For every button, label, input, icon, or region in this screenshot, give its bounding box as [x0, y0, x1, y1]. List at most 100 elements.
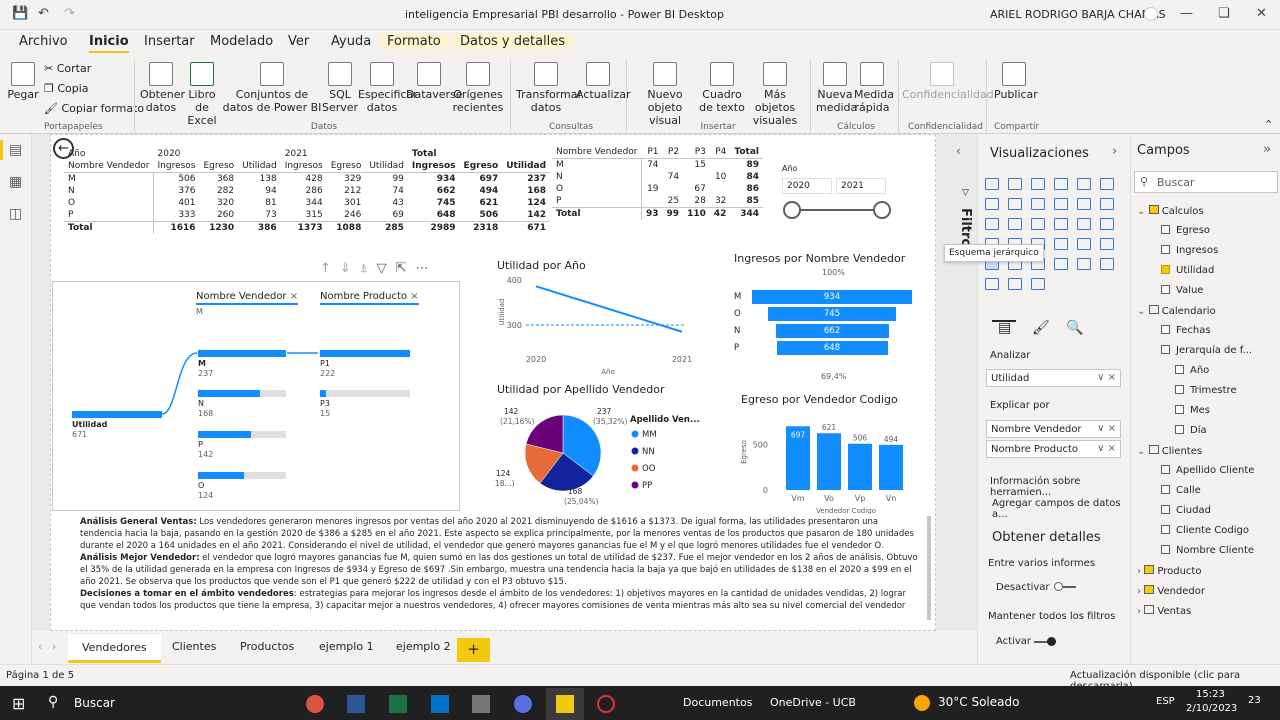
field-item[interactable]: Ciudad: [1161, 505, 1211, 516]
table-row[interactable]: Total 93 99 110 42 344: [552, 207, 763, 220]
sensitivity-button[interactable]: Confidencialidad: [902, 62, 994, 101]
drill-up-icon[interactable]: ↑: [320, 261, 340, 276]
slicer-handle-start[interactable]: [783, 201, 801, 219]
dataverse-button[interactable]: Dataverse: [406, 62, 463, 101]
field-item[interactable]: Nombre Cliente: [1161, 545, 1254, 556]
new-visual-button[interactable]: Nuevo objeto visual: [632, 62, 698, 127]
cut-button[interactable]: ✂ Cortar: [44, 62, 91, 75]
field-item[interactable]: Fechas: [1161, 325, 1211, 336]
slicer-to-input[interactable]: 2021: [836, 178, 886, 194]
matrix-vendor-product[interactable]: Nombre Vendedor P1 P2 P3 P4 Total M 74 15 89 N 74 1…: [552, 146, 763, 220]
remove-icon[interactable]: ∨ ×: [1097, 423, 1116, 434]
page-tab-vendedores[interactable]: Vendedores: [68, 635, 161, 663]
legend-entry[interactable]: OO: [642, 464, 656, 474]
format-painter-button[interactable]: 🖌 Copiar formato: [44, 102, 144, 115]
chevron-down-icon[interactable]: ⌄: [1137, 206, 1145, 217]
collapse-filters-icon[interactable]: ‹: [956, 144, 961, 158]
decomp-node-bar[interactable]: [320, 390, 326, 397]
drill-down-icon[interactable]: ⇓: [340, 261, 360, 276]
recent-sources-button[interactable]: Orígenes recientes: [452, 62, 504, 114]
funnel-bar[interactable]: 662: [775, 324, 889, 338]
legend-entry[interactable]: PP: [642, 481, 652, 491]
visual-type-icon[interactable]: [985, 178, 999, 190]
chevron-down-icon[interactable]: ⌄: [1137, 446, 1145, 457]
publish-button[interactable]: Publicar: [994, 62, 1038, 101]
collapse-fields-icon[interactable]: »: [1263, 142, 1271, 157]
data-view-icon[interactable]: ▦: [9, 174, 22, 190]
maximize-icon[interactable]: ❏: [1218, 6, 1230, 21]
field-checkbox[interactable]: [1175, 365, 1184, 374]
visual-type-icon[interactable]: [1100, 218, 1114, 230]
legend-entry[interactable]: MM: [642, 430, 657, 440]
table-row[interactable]: P 25 28 32 85: [552, 195, 763, 208]
keep-filters-toggle[interactable]: [1034, 637, 1056, 646]
visual-type-icon[interactable]: [1054, 178, 1068, 190]
table-row[interactable]: O 401 320 81 344 301 43 745 621 124: [64, 197, 550, 209]
field-item[interactable]: Calle: [1161, 485, 1201, 496]
calculator-icon[interactable]: [472, 695, 490, 713]
field-checkbox[interactable]: [1161, 245, 1170, 254]
page-tab-ejemplo2[interactable]: ejemplo 2: [396, 640, 451, 653]
field-table[interactable]: › Producto: [1137, 565, 1201, 577]
decomp-node-bar[interactable]: [320, 350, 410, 357]
field-table[interactable]: › Ventas: [1137, 605, 1191, 617]
visual-type-icon[interactable]: [1100, 258, 1114, 270]
chevron-right-icon[interactable]: ›: [1137, 606, 1141, 617]
undo-icon[interactable]: ↶: [38, 6, 49, 21]
model-view-icon[interactable]: ◫: [9, 206, 22, 222]
visual-type-icon[interactable]: [1077, 178, 1091, 190]
matrix-vendor-year[interactable]: Año 2020 2021 Total Nombre Vendedor Ingreso…: [64, 148, 551, 234]
clock-date[interactable]: 2/10/2023: [1186, 703, 1237, 714]
weather-text[interactable]: 30°C Soleado: [938, 695, 1019, 709]
page-tab-productos[interactable]: Productos: [240, 640, 294, 653]
legend-entry[interactable]: NN: [642, 447, 655, 457]
field-table[interactable]: ⌄ Clientes: [1137, 445, 1202, 457]
tab-ver[interactable]: Ver: [288, 34, 309, 49]
field-checkbox[interactable]: [1161, 325, 1170, 334]
taskbar-onedrive[interactable]: OneDrive - UCB: [770, 696, 856, 709]
field-item[interactable]: Apellido Cliente: [1161, 465, 1254, 476]
decomp-node-bar[interactable]: [198, 431, 251, 438]
get-data-button[interactable]: Obtener datos: [140, 62, 185, 114]
field-item[interactable]: Jerarquía de f...: [1161, 345, 1252, 356]
text-box-button[interactable]: Cuadro de texto: [698, 62, 746, 114]
sql-server-button[interactable]: SQL Server: [322, 62, 358, 114]
visual-type-icon[interactable]: [1054, 258, 1068, 270]
column-chart[interactable]: 500 0 Egreso 697 Vm 621 Vo 506 Vp 494 Vn Vendedor C…: [734, 410, 924, 514]
field-checkbox[interactable]: [1161, 525, 1170, 534]
avatar[interactable]: [1144, 7, 1158, 21]
table-row[interactable]: P 333 260 73 315 246 69 648 506 142: [64, 209, 550, 222]
visual-type-icon[interactable]: [1054, 238, 1068, 250]
field-checkbox[interactable]: [1161, 505, 1170, 514]
new-measure-button[interactable]: Nueva medida: [816, 62, 857, 114]
visual-type-icon[interactable]: [985, 278, 999, 290]
column-bar[interactable]: [848, 443, 872, 490]
table-row[interactable]: Total 1616 1230 386 1373 1088 285 2989 2318 671: [64, 221, 551, 234]
minimize-icon[interactable]: —: [1180, 6, 1193, 21]
clock-time[interactable]: 15:23: [1196, 689, 1225, 700]
visual-type-icon[interactable]: [1077, 258, 1091, 270]
tab-inicio[interactable]: Inicio: [89, 34, 129, 53]
report-view-icon[interactable]: ▤: [9, 142, 22, 158]
tab-insertar[interactable]: Insertar: [144, 34, 195, 49]
powerbi-taskbar-active[interactable]: [546, 688, 584, 720]
field-checkbox[interactable]: [1161, 465, 1170, 474]
table-row[interactable]: N 376 282 94 286 212 74 662 494 168: [64, 185, 550, 197]
filter-icon[interactable]: ▽: [377, 261, 396, 276]
field-item[interactable]: Value: [1161, 285, 1203, 296]
field-checkbox[interactable]: [1175, 405, 1184, 414]
field-checkbox[interactable]: [1161, 545, 1170, 554]
save-icon[interactable]: 💾: [12, 6, 28, 21]
paste-button[interactable]: Pegar: [6, 62, 40, 101]
enter-data-button[interactable]: Especificar datos: [358, 62, 418, 114]
excel-taskbar-icon[interactable]: [389, 695, 407, 713]
chrome-icon[interactable]: [306, 695, 324, 713]
column-bar[interactable]: [817, 433, 841, 490]
tab-archivo[interactable]: Archivo: [19, 34, 68, 49]
analytics-icon[interactable]: 🔍: [1066, 320, 1083, 336]
next-page-icon[interactable]: ›: [52, 640, 56, 653]
field-table[interactable]: › Vendedor: [1137, 585, 1205, 597]
more-options-icon[interactable]: ⋯: [416, 261, 438, 276]
zoom-icon[interactable]: [514, 695, 532, 713]
visual-type-icon[interactable]: [1031, 218, 1045, 230]
